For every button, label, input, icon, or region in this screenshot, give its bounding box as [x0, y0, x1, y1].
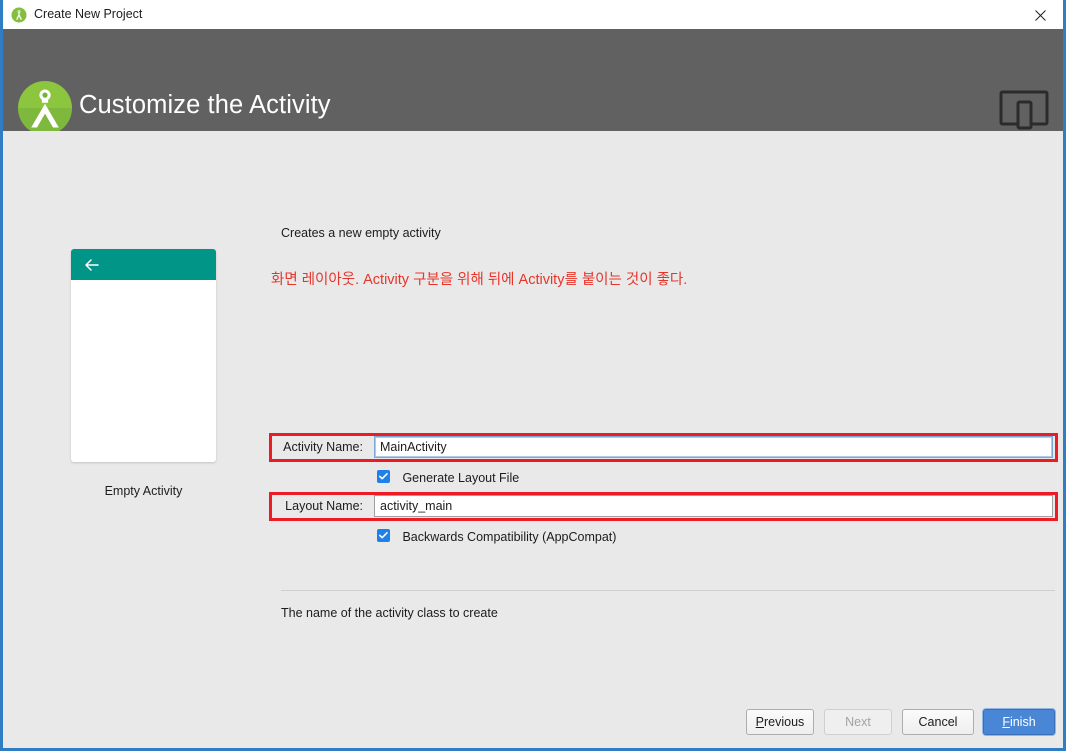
page-title: Customize the Activity: [79, 91, 331, 119]
template-preview: [71, 249, 216, 462]
previous-button[interactable]: Previous: [746, 709, 814, 735]
activity-name-label: Activity Name:: [283, 440, 363, 454]
previous-button-mnemonic: P: [755, 715, 765, 729]
create-new-project-dialog: Create New Project Customize the Activit…: [0, 0, 1066, 751]
finish-button-label: inish: [1009, 715, 1036, 729]
annotation-note: 화면 레이아웃. Activity 구분을 위해 뒤에 Activity를 붙이…: [271, 272, 688, 288]
generate-layout-file-label: Generate Layout File: [402, 470, 520, 485]
layout-name-label: Layout Name:: [285, 499, 363, 513]
divider: [281, 590, 1055, 591]
preview-appbar: [71, 249, 216, 280]
window-title: Create New Project: [34, 7, 143, 21]
dialog-body: Empty Activity Creates a new empty activ…: [3, 131, 1063, 748]
finish-button-mnemonic: F: [1002, 715, 1010, 729]
arrow-left-icon: [83, 256, 101, 274]
layout-name-input[interactable]: [374, 495, 1053, 517]
checkbox-checked-icon[interactable]: [377, 529, 390, 543]
close-icon[interactable]: [1018, 0, 1063, 28]
template-name-label: Empty Activity: [104, 484, 183, 498]
cancel-button[interactable]: Cancel: [902, 709, 974, 735]
backwards-compatibility-checkbox-row[interactable]: Backwards Compatibility (AppCompat): [377, 528, 616, 546]
finish-button[interactable]: Finish: [983, 709, 1055, 735]
next-button: Next: [824, 709, 892, 735]
previous-button-label: revious: [764, 715, 805, 729]
title-bar: Create New Project: [3, 0, 1063, 30]
backwards-compatibility-label: Backwards Compatibility (AppCompat): [402, 529, 617, 544]
tablet-phone-icon: [999, 88, 1049, 130]
field-help-text: The name of the activity class to create: [281, 606, 498, 620]
template-description: Creates a new empty activity: [281, 226, 441, 240]
generate-layout-file-checkbox-row[interactable]: Generate Layout File: [377, 469, 519, 487]
android-studio-icon: [11, 7, 27, 23]
dialog-header: Customize the Activity: [3, 29, 1063, 135]
android-studio-logo: [17, 80, 73, 136]
checkbox-checked-icon[interactable]: [377, 470, 390, 484]
activity-name-input[interactable]: [374, 436, 1053, 458]
